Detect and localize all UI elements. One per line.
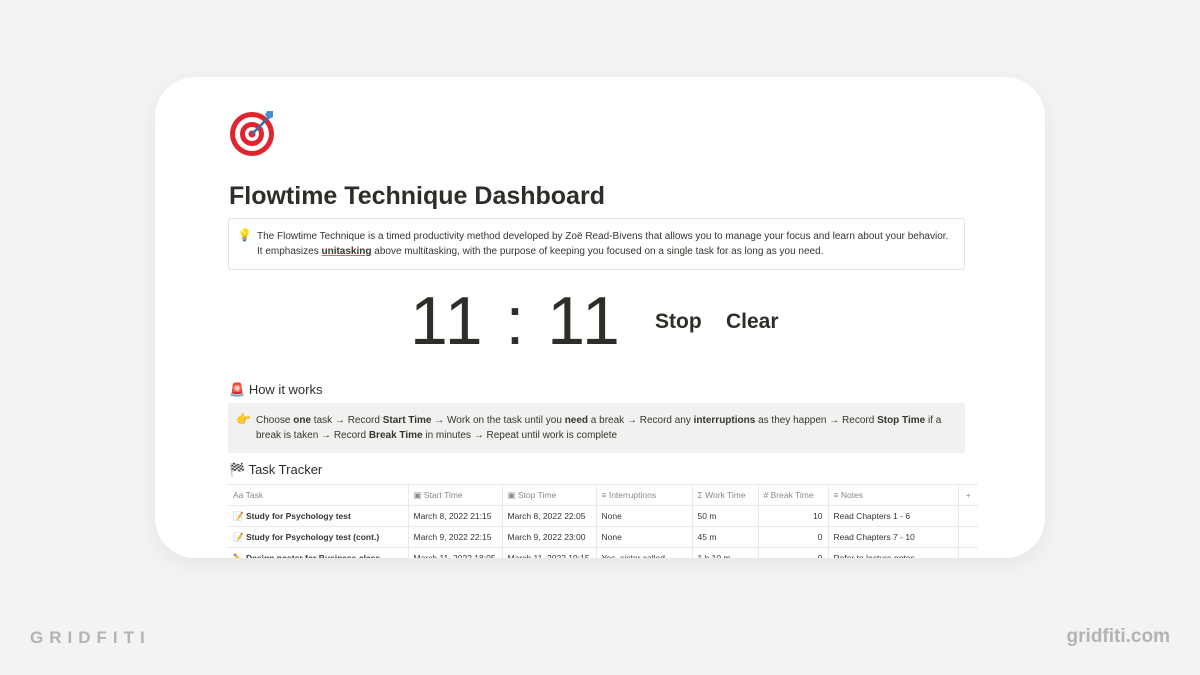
how-segment: interruptions: [693, 415, 756, 426]
column-type-icon: ≡: [833, 490, 839, 500]
page-icon: 📝: [233, 531, 244, 542]
lightbulb-icon: 💡: [237, 228, 252, 242]
how-it-works-text: Choose one task → Record Start Time → Wo…: [256, 415, 941, 441]
heading-text: How it works: [248, 382, 323, 397]
table-row[interactable]: ✏️ Design poster for Business classMarch…: [228, 547, 978, 558]
how-segment: a break → Record any: [588, 415, 694, 426]
column-header[interactable]: ≡ Notes: [828, 484, 959, 506]
how-segment: Stop Time: [877, 415, 926, 426]
column-label: Stop Time: [517, 489, 557, 500]
column-header[interactable]: Σ Work Time: [692, 484, 759, 506]
cell-work[interactable]: 45 m: [692, 526, 759, 548]
column-type-icon: ▣: [413, 489, 422, 500]
page-title: Flowtime Technique Dashboard: [229, 182, 605, 210]
task-tracker-heading: 🏁 Task Tracker: [229, 462, 322, 478]
clear-button[interactable]: Clear: [726, 310, 779, 334]
cell-start[interactable]: March 11, 2022 18:05: [408, 547, 503, 558]
column-label: Break Time: [770, 490, 814, 500]
cell-notes[interactable]: Refer to lecture notes: [828, 547, 959, 558]
cell-stop[interactable]: March 11, 2022 19:15: [502, 547, 597, 558]
task-tracker-table: Aa Task ▣ Start Time ▣ Stop Time ≡ Interrup…: [228, 484, 978, 558]
empty-cell: [958, 526, 978, 548]
timer-display: 11 : 11: [410, 283, 622, 359]
task-name: Study for Psychology test (cont.): [245, 531, 380, 542]
column-header[interactable]: # Break Time: [758, 484, 829, 506]
page-icon: 📝: [233, 510, 244, 521]
cell-work[interactable]: 1 h 10 m: [692, 547, 759, 558]
cell-work[interactable]: 50 m: [692, 505, 759, 527]
table-row[interactable]: 📝 Study for Psychology test (cont.) March…: [228, 526, 978, 548]
column-label: Notes: [840, 490, 864, 500]
column-header[interactable]: ≡ Interruptions: [596, 484, 693, 506]
how-segment: in minutes → Repeat until work is comple…: [422, 430, 618, 441]
column-label: Interruptions: [608, 490, 657, 500]
how-it-works-heading: 🚨 How it works: [229, 382, 323, 398]
checkered-flag-icon: 🏁: [229, 462, 246, 477]
cell-stop[interactable]: March 9, 2022 23:00: [502, 526, 597, 548]
cell-task[interactable]: 📝 Study for Psychology test: [228, 505, 409, 527]
column-label: Work Time: [705, 490, 746, 500]
cell-start[interactable]: March 9, 2022 22:15: [408, 526, 503, 548]
how-segment: → Work on the task until you: [431, 415, 565, 426]
cell-task[interactable]: 📝 Study for Psychology test (cont.): [228, 526, 409, 548]
notion-page: Flowtime Technique Dashboard 💡 The Flowt…: [155, 77, 1045, 558]
how-segment: one: [293, 415, 312, 426]
add-column-button[interactable]: +: [958, 484, 978, 506]
how-segment: task → Record: [311, 415, 383, 426]
cell-break[interactable]: 0: [758, 526, 829, 548]
cell-break[interactable]: 10: [758, 505, 829, 527]
how-segment: Choose: [256, 415, 294, 426]
column-label: Task: [245, 490, 264, 500]
heading-text: Task Tracker: [248, 462, 323, 477]
target-dart-icon: [230, 111, 274, 156]
intro-callout: 💡 The Flowtime Technique is a timed prod…: [228, 218, 965, 270]
table-row[interactable]: 📝 Study for Psychology test March 8, 2022…: [228, 505, 978, 527]
task-name: Design poster for Business class: [245, 552, 381, 558]
column-type-icon: ▣: [507, 489, 516, 500]
page-icon: ✏️: [233, 552, 244, 558]
empty-cell: [958, 547, 978, 558]
task-name: Study for Psychology test: [245, 510, 351, 521]
gridfiti-url: gridfiti.com: [1066, 626, 1170, 647]
cell-notes[interactable]: Read Chapters 7 - 10: [828, 526, 959, 548]
cell-start[interactable]: March 8, 2022 21:15: [408, 505, 503, 527]
column-type-icon: #: [763, 490, 769, 500]
how-it-works-callout: 👉 Choose one task → Record Start Time → W…: [228, 403, 965, 453]
cell-stop[interactable]: March 8, 2022 22:05: [502, 505, 597, 527]
column-type-icon: ≡: [601, 490, 607, 500]
stop-button[interactable]: Stop: [655, 310, 702, 334]
column-header[interactable]: Aa Task: [228, 484, 409, 506]
cell-notes[interactable]: Read Chapters 1 - 6: [828, 505, 959, 527]
callout-highlight: unitasking: [321, 246, 372, 257]
gridfiti-logo: GRIDFITI: [30, 628, 151, 647]
empty-cell: [958, 505, 978, 527]
cell-interruptions[interactable]: None: [596, 526, 693, 548]
column-type-icon: Aa: [233, 490, 244, 500]
column-header[interactable]: ▣ Stop Time: [502, 484, 597, 506]
cell-task[interactable]: ✏️ Design poster for Business class: [228, 547, 409, 558]
pointing-hand-icon: 👉: [236, 412, 251, 426]
cell-break[interactable]: 0: [758, 547, 829, 558]
callout-text-end: above multitasking, with the purpose of …: [371, 246, 824, 257]
how-segment: as they happen → Record: [755, 415, 878, 426]
column-type-icon: Σ: [697, 490, 703, 500]
column-header[interactable]: ▣ Start Time: [408, 484, 503, 506]
how-segment: Start Time: [382, 415, 432, 426]
how-segment: Break Time: [368, 430, 423, 441]
siren-icon: 🚨: [229, 382, 246, 397]
cell-interruptions[interactable]: Yes, sister called: [596, 547, 693, 558]
how-segment: need: [564, 415, 589, 426]
column-label: Start Time: [423, 489, 463, 500]
cell-interruptions[interactable]: None: [596, 505, 693, 527]
